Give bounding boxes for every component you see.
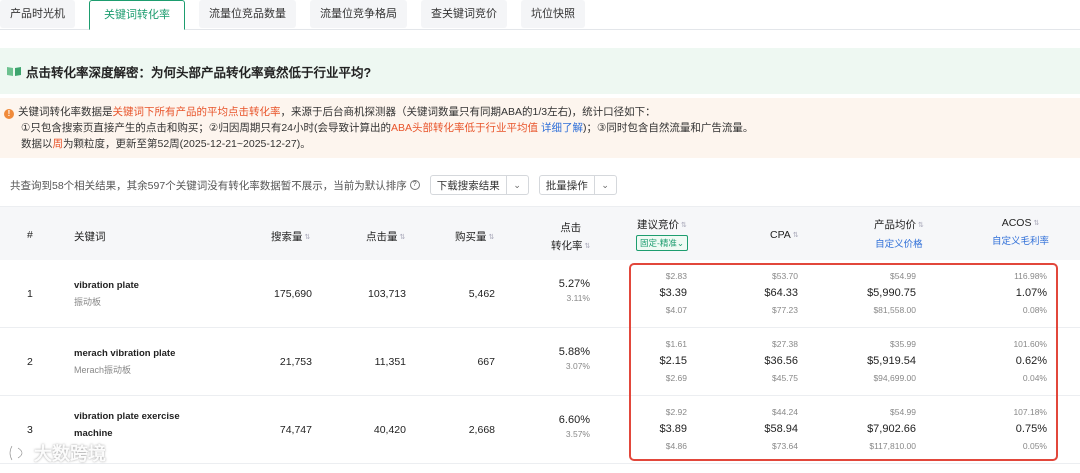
notice-highlight: 周 bbox=[52, 138, 64, 150]
batch-label: 批量操作 bbox=[545, 179, 588, 192]
header-conversion-rate[interactable]: 点击 转化率 ⇅ bbox=[551, 219, 590, 256]
table-row[interactable]: 3 vibration plate exercise machine 74,74… bbox=[0, 396, 1080, 464]
keyword-translation: 振动板 bbox=[74, 297, 102, 307]
keyword-cell: vibration plate exercise machine bbox=[74, 408, 180, 442]
result-count-text: 共查询到58个相关结果，其余597个关键词没有转化率数据暂不展示，当前为默认排序 bbox=[10, 179, 407, 192]
custom-price-link[interactable]: 自定义价格 bbox=[874, 236, 924, 250]
row-index: 3 bbox=[27, 424, 33, 436]
table-row[interactable]: 1 vibration plate 振动板 175,690 103,713 5,… bbox=[0, 260, 1080, 328]
download-results-button[interactable]: 下载搜索结果 ⌄ bbox=[429, 175, 529, 195]
header-suggested-bid[interactable]: 建议竞价 ⇅ 固定-精准⌄ bbox=[636, 217, 688, 251]
clicks: 11,351 bbox=[374, 356, 406, 368]
acos: 101.60% 0.62% 0.04% bbox=[1013, 339, 1047, 383]
avg-price: $35.99 $5,919.54 $94,699.00 bbox=[867, 339, 916, 383]
custom-margin-link[interactable]: 自定义毛利率 bbox=[992, 233, 1049, 247]
clicks: 103,713 bbox=[368, 288, 406, 300]
chevron-down-icon[interactable]: ⌄ bbox=[593, 176, 616, 194]
suggested-bid: $2.83 $3.39 $4.07 bbox=[659, 271, 687, 315]
tab-slot-snapshot[interactable]: 坑位快照 bbox=[521, 0, 585, 28]
match-type-select[interactable]: 固定-精准⌄ bbox=[636, 235, 688, 251]
notice-text: ，来源于后台商机探测器（关键词数量只有同期ABA的1/3左右)，统计口径如下： bbox=[280, 106, 656, 118]
sort-icon[interactable]: ⇅ bbox=[918, 221, 924, 229]
notice-text: ①只包含搜索页直接产生的点击和购买；②归因周期只有24小时(会导致计算出的 bbox=[21, 122, 392, 134]
keyword-translation: Merach振动板 bbox=[74, 365, 132, 375]
cpa: $44.24 $58.94 $73.64 bbox=[764, 407, 798, 451]
suggested-bid: $2.92 $3.89 $4.86 bbox=[659, 407, 687, 451]
keyword-text[interactable]: merach vibration plate bbox=[74, 348, 175, 359]
acos: 116.98% 1.07% 0.08% bbox=[1014, 271, 1047, 315]
result-count-row: 共查询到58个相关结果，其余597个关键词没有转化率数据暂不展示，当前为默认排序… bbox=[10, 174, 617, 196]
header-clicks[interactable]: 点击量 ⇅ bbox=[366, 229, 405, 244]
watermark-text: 大数跨境 bbox=[34, 444, 106, 464]
keyword-text[interactable]: vibration plate bbox=[74, 280, 139, 291]
avg-price: $54.99 $7,902.66 $117,810.00 bbox=[867, 407, 916, 451]
search-volume: 74,747 bbox=[279, 424, 312, 436]
tab-bar: 产品时光机 关键词转化率 流量位竞品数量 流量位竞争格局 查关键词竞价 坑位快照 bbox=[0, 0, 1080, 30]
header-acos[interactable]: ACOS ⇅ 自定义毛利率 bbox=[992, 217, 1049, 247]
sort-icon[interactable]: ⇅ bbox=[305, 233, 311, 241]
tab-traffic-competition[interactable]: 流量位竞争格局 bbox=[310, 0, 407, 28]
notice-text: 数据以 bbox=[21, 138, 53, 150]
header-index: # bbox=[27, 229, 33, 241]
keyword-table: # 关键词 搜索量 ⇅ 点击量 ⇅ 购买量 ⇅ 点击 转化率 ⇅ 建议竞价 ⇅ 固定-精准… bbox=[0, 206, 1080, 464]
row-index: 2 bbox=[27, 356, 33, 368]
notice-text: 为颗粒度，更新至第52周(2025-12-21~2025-12-27)。 bbox=[63, 138, 311, 150]
cpa: $53.70 $64.33 $77.23 bbox=[764, 271, 798, 315]
header-avg-price[interactable]: 产品均价 ⇅ 自定义价格 bbox=[874, 217, 924, 250]
purchases: 2,668 bbox=[468, 424, 495, 436]
sort-icon[interactable]: ⇅ bbox=[681, 221, 687, 229]
purchases: 5,462 bbox=[468, 288, 495, 300]
data-notice: ! 关键词转化率数据是关键词下所有产品的平均点击转化率，来源于后台商机探测器（关键… bbox=[0, 98, 1080, 158]
acos: 107.18% 0.75% 0.05% bbox=[1013, 407, 1047, 451]
notice-highlight: ABA头部转化率低于行业平均值 bbox=[391, 122, 539, 134]
header-search-volume[interactable]: 搜索量 ⇅ bbox=[271, 229, 310, 244]
keyword-cell: merach vibration plate Merach振动板 bbox=[74, 348, 175, 376]
watermark-logo-icon bbox=[8, 445, 24, 461]
notice-text: )；③同时包含自然流量和广告流量。 bbox=[582, 122, 754, 134]
search-volume: 21,753 bbox=[279, 356, 312, 368]
cpa: $27.38 $36.56 $45.75 bbox=[764, 339, 798, 383]
insight-banner[interactable]: 点击转化率深度解密：为何头部产品转化率竟然低于行业平均? bbox=[0, 48, 1080, 94]
conversion-rate: 5.27% 3.11% bbox=[558, 278, 590, 303]
sort-icon[interactable]: ⇅ bbox=[400, 233, 406, 241]
table-header: # 关键词 搜索量 ⇅ 点击量 ⇅ 购买量 ⇅ 点击 转化率 ⇅ 建议竞价 ⇅ 固定-精准… bbox=[0, 206, 1080, 260]
purchases: 667 bbox=[477, 356, 495, 368]
tab-keyword-conversion[interactable]: 关键词转化率 bbox=[89, 0, 185, 30]
suggested-bid: $1.61 $2.15 $2.69 bbox=[659, 339, 687, 383]
keyword-text[interactable]: vibration plate exercise bbox=[74, 408, 180, 425]
sort-icon[interactable]: ⇅ bbox=[1033, 219, 1039, 227]
header-cpa[interactable]: CPA ⇅ bbox=[770, 229, 799, 241]
sort-icon[interactable]: ⇅ bbox=[585, 238, 591, 256]
download-label: 下载搜索结果 bbox=[436, 179, 500, 192]
header-keyword: 关键词 bbox=[74, 231, 106, 243]
sort-icon[interactable]: ⇅ bbox=[793, 231, 799, 239]
question-icon[interactable]: ? bbox=[409, 180, 420, 190]
conversion-rate: 6.60% 3.57% bbox=[558, 414, 590, 439]
tab-traffic-competitor-count[interactable]: 流量位竞品数量 bbox=[199, 0, 296, 28]
header-purchases[interactable]: 购买量 ⇅ bbox=[455, 229, 494, 244]
notice-text: 关键词转化率数据是 bbox=[18, 106, 113, 118]
search-volume: 175,690 bbox=[274, 288, 312, 300]
tab-keyword-bid[interactable]: 查关键词竞价 bbox=[421, 0, 507, 28]
keyword-cell: vibration plate 振动板 bbox=[74, 280, 139, 308]
warning-icon: ! bbox=[4, 109, 14, 119]
row-index: 1 bbox=[27, 288, 33, 300]
chevron-down-icon[interactable]: ⌄ bbox=[505, 176, 528, 194]
table-row[interactable]: 2 merach vibration plate Merach振动板 21,75… bbox=[0, 328, 1080, 396]
avg-price: $54.99 $5,990.75 $81,558.00 bbox=[867, 271, 916, 315]
clicks: 40,420 bbox=[373, 424, 406, 436]
sort-icon[interactable]: ⇅ bbox=[489, 233, 495, 241]
conversion-rate: 5.88% 3.07% bbox=[558, 346, 590, 371]
notice-highlight: 关键词下所有产品的平均点击转化率 bbox=[112, 106, 281, 118]
tab-product-time-machine[interactable]: 产品时光机 bbox=[0, 0, 75, 28]
watermark: 大数跨境 bbox=[6, 440, 106, 466]
batch-operation-button[interactable]: 批量操作 ⌄ bbox=[538, 175, 617, 195]
book-icon bbox=[7, 67, 21, 76]
learn-more-link[interactable]: 详细了解 bbox=[538, 122, 583, 134]
banner-title: 点击转化率深度解密：为何头部产品转化率竟然低于行业平均? bbox=[26, 65, 372, 80]
